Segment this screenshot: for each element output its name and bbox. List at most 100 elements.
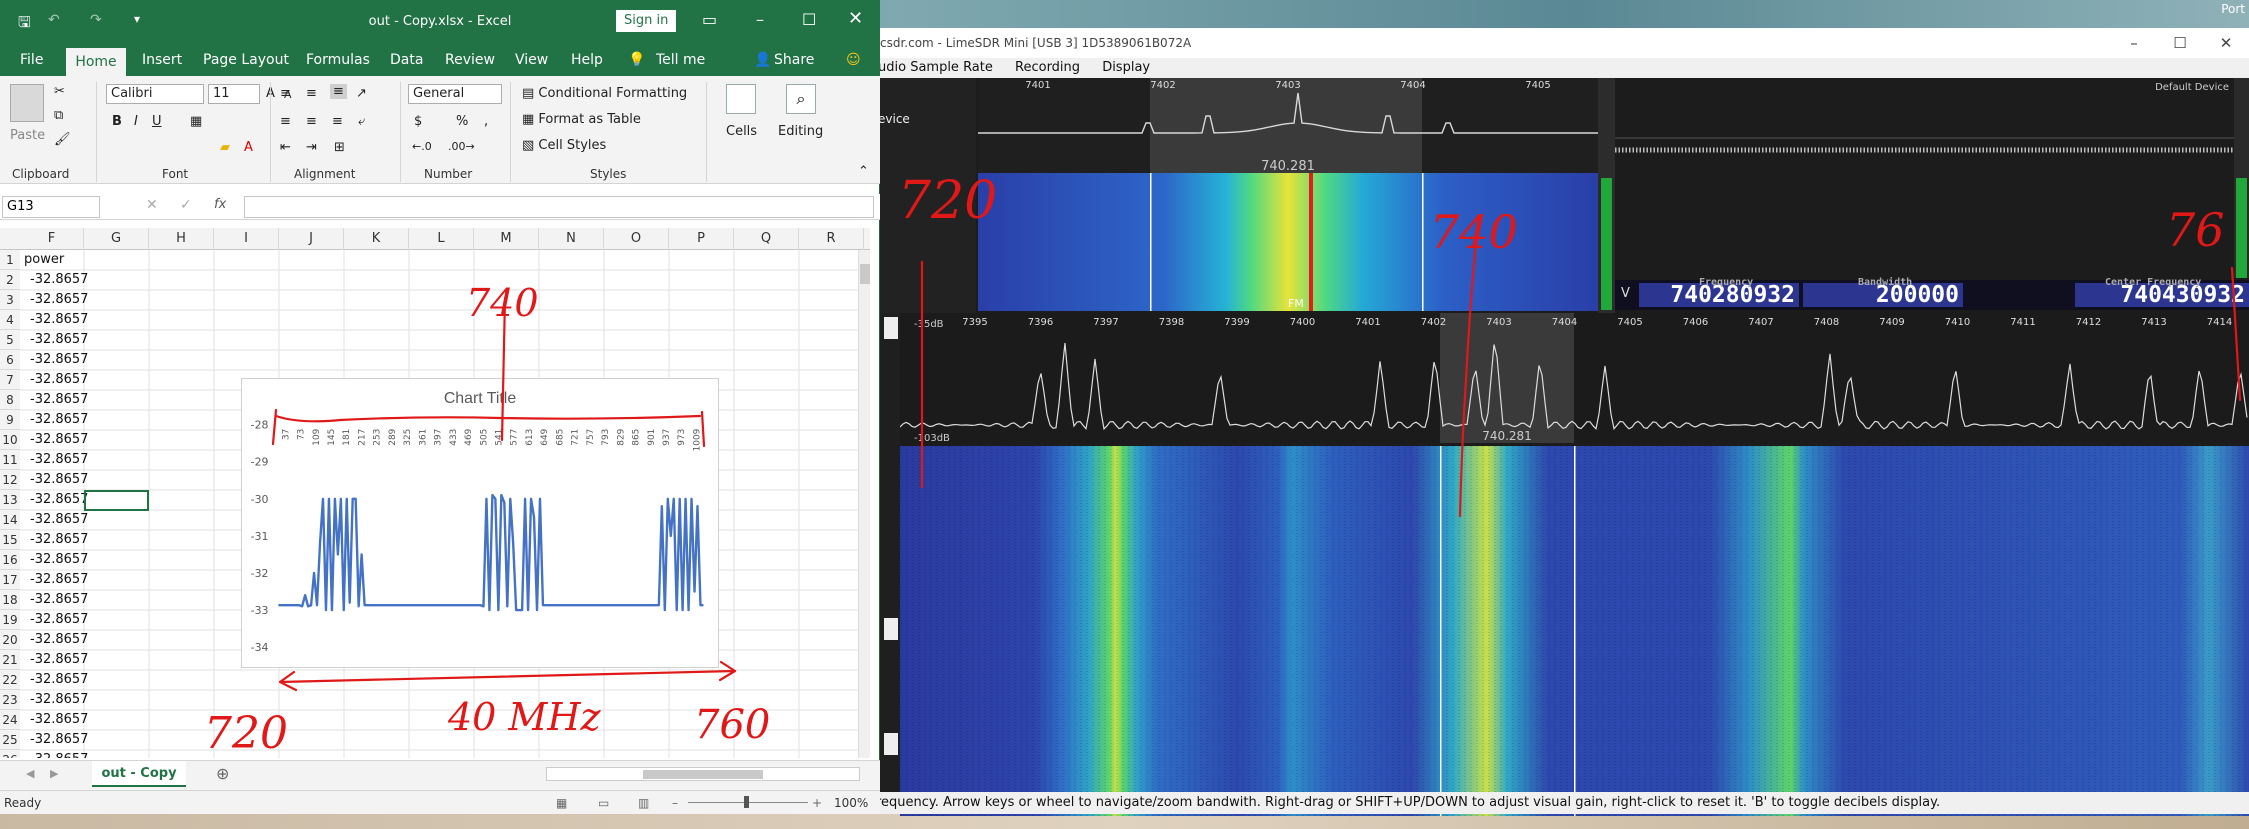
decrease-indent-icon[interactable]: ⇤ [280, 140, 291, 155]
cell-styles-button[interactable]: ▧ Cell Styles [522, 138, 606, 153]
row-header[interactable]: 7 [0, 370, 20, 390]
bandwidth-display[interactable]: Bandwidth 200000 [1803, 277, 1963, 307]
cell-f[interactable]: -32.8657 [20, 530, 88, 550]
cell-f[interactable]: -32.8657 [20, 570, 88, 590]
row-header[interactable]: 21 [0, 650, 20, 670]
orientation-icon[interactable]: ↗ [356, 86, 367, 101]
menu-audio-sample-rate[interactable]: udio Sample Rate [878, 60, 993, 75]
horizontal-scrollbar[interactable] [546, 767, 860, 781]
borders-icon[interactable]: ▦ [190, 114, 202, 129]
column-header[interactable]: Q [734, 228, 799, 250]
center-frequency-display[interactable]: Center Frequency 740430932 [2075, 277, 2249, 307]
italic-icon[interactable]: I [134, 114, 138, 129]
cell-f[interactable]: power [20, 250, 84, 270]
selected-cell-g13[interactable] [84, 490, 149, 511]
cell-f[interactable]: -32.8657 [20, 670, 88, 690]
align-bottom-icon[interactable]: ≡ [330, 84, 347, 99]
formula-input[interactable] [244, 196, 874, 218]
tab-formulas[interactable]: Formulas [306, 52, 370, 68]
cell-f[interactable]: -32.8657 [20, 730, 88, 750]
enter-icon[interactable]: ✓ [180, 197, 192, 213]
cell-f[interactable]: -32.8657 [20, 310, 88, 330]
cell-f[interactable]: -32.8657 [20, 350, 88, 370]
collapse-ribbon-icon[interactable]: ⌃ [858, 164, 869, 179]
menu-recording[interactable]: Recording [1015, 60, 1080, 75]
comma-icon[interactable]: , [484, 114, 488, 129]
column-header[interactable]: F [20, 228, 84, 250]
format-painter-icon[interactable]: 🖌 [54, 132, 71, 147]
search-icon[interactable]: ⌕ [786, 84, 816, 114]
row-header[interactable]: 3 [0, 290, 20, 310]
conditional-formatting-button[interactable]: ▤ Conditional Formatting [522, 86, 687, 101]
cell-f[interactable]: -32.8657 [20, 550, 88, 570]
tab-file[interactable]: File [20, 52, 43, 68]
sdr-maximize-button[interactable]: ☐ [2157, 28, 2203, 58]
column-header[interactable]: R [799, 228, 864, 250]
underline-icon[interactable]: U [152, 114, 162, 129]
row-header[interactable]: 5 [0, 330, 20, 350]
row-header[interactable]: 19 [0, 610, 20, 630]
zoom-level[interactable]: 100% [834, 791, 868, 815]
merge-center-icon[interactable]: ⊞ [334, 140, 345, 155]
page-break-view-icon[interactable]: ▥ [638, 791, 649, 815]
column-header[interactable]: H [149, 228, 214, 250]
row-header[interactable]: 16 [0, 550, 20, 570]
line-chart[interactable]: Chart Title -28 -29 -30 -31 -32 -33 -34 37 73 10… [241, 378, 719, 668]
frequency-display[interactable]: Frequency 740280932 [1639, 277, 1799, 307]
row-header[interactable]: 14 [0, 510, 20, 530]
cell-f[interactable]: -32.8657 [20, 750, 88, 758]
cell-f[interactable]: -32.8657 [20, 330, 88, 350]
row-header[interactable]: 23 [0, 690, 20, 710]
row-header[interactable]: 18 [0, 590, 20, 610]
cell-f[interactable]: -32.8657 [20, 450, 88, 470]
tab-review[interactable]: Review [445, 52, 495, 68]
cut-icon[interactable]: ✂ [54, 84, 65, 99]
cell-f[interactable]: -32.8657 [20, 430, 88, 450]
fill-color-icon[interactable]: ▰ [220, 140, 230, 155]
prev-sheet-icon[interactable]: ◀ [26, 767, 34, 780]
row-header[interactable]: 25 [0, 730, 20, 750]
column-header[interactable]: I [214, 228, 279, 250]
column-header[interactable]: J [279, 228, 344, 250]
tab-view[interactable]: View [515, 52, 548, 68]
font-color-icon[interactable]: A [244, 140, 253, 155]
row-header[interactable]: 8 [0, 390, 20, 410]
row-header[interactable]: 10 [0, 430, 20, 450]
excel-minimize-button[interactable]: – [756, 10, 764, 29]
row-header[interactable]: 13 [0, 490, 20, 510]
device-tab[interactable]: evice [870, 78, 976, 126]
paste-icon[interactable] [10, 84, 44, 122]
cell-f[interactable]: -32.8657 [20, 710, 88, 730]
tab-home[interactable]: Home [66, 48, 126, 76]
align-center-icon[interactable]: ≡ [306, 114, 317, 129]
align-left-icon[interactable]: ≡ [280, 114, 291, 129]
cell-f[interactable]: -32.8657 [20, 630, 88, 650]
demod-spectrum[interactable]: 7401 7402 7403 7404 7405 740.281 [978, 78, 1598, 173]
tell-me-box[interactable]: Tell me [656, 52, 705, 68]
percent-icon[interactable]: % [456, 114, 468, 129]
row-header[interactable]: 22 [0, 670, 20, 690]
zoom-out-icon[interactable]: – [672, 791, 678, 815]
main-spectrum[interactable]: 7395 7396 7397 7398 7399 7400 7401 7402 7403 7404… [900, 313, 2249, 443]
align-top-icon[interactable]: ≡ [280, 86, 291, 101]
cell-f[interactable]: -32.8657 [20, 390, 88, 410]
excel-maximize-button[interactable]: ☐ [802, 10, 816, 29]
column-header[interactable]: K [344, 228, 409, 250]
gain-slider[interactable] [1598, 78, 1615, 313]
insert-function-icon[interactable]: fx [214, 197, 226, 212]
name-box[interactable]: G13 [2, 196, 100, 218]
zoom-in-icon[interactable]: + [812, 791, 822, 815]
cell-f[interactable]: -32.8657 [20, 270, 88, 290]
vertical-scrollbar[interactable] [858, 250, 870, 758]
cancel-icon[interactable]: ✕ [146, 197, 158, 213]
zoom-slider[interactable] [688, 796, 808, 808]
cell-f[interactable]: -32.8657 [20, 650, 88, 670]
copy-icon[interactable]: ⧉ [54, 108, 63, 123]
row-header[interactable]: 20 [0, 630, 20, 650]
cells-button[interactable]: Cells [726, 124, 757, 139]
cell-f[interactable]: -32.8657 [20, 510, 88, 530]
add-sheet-icon[interactable]: ⊕ [216, 764, 229, 783]
font-name-select[interactable]: Calibri [106, 84, 204, 104]
cell-f[interactable]: -32.8657 [20, 470, 88, 490]
paste-button[interactable]: Paste [10, 128, 45, 143]
